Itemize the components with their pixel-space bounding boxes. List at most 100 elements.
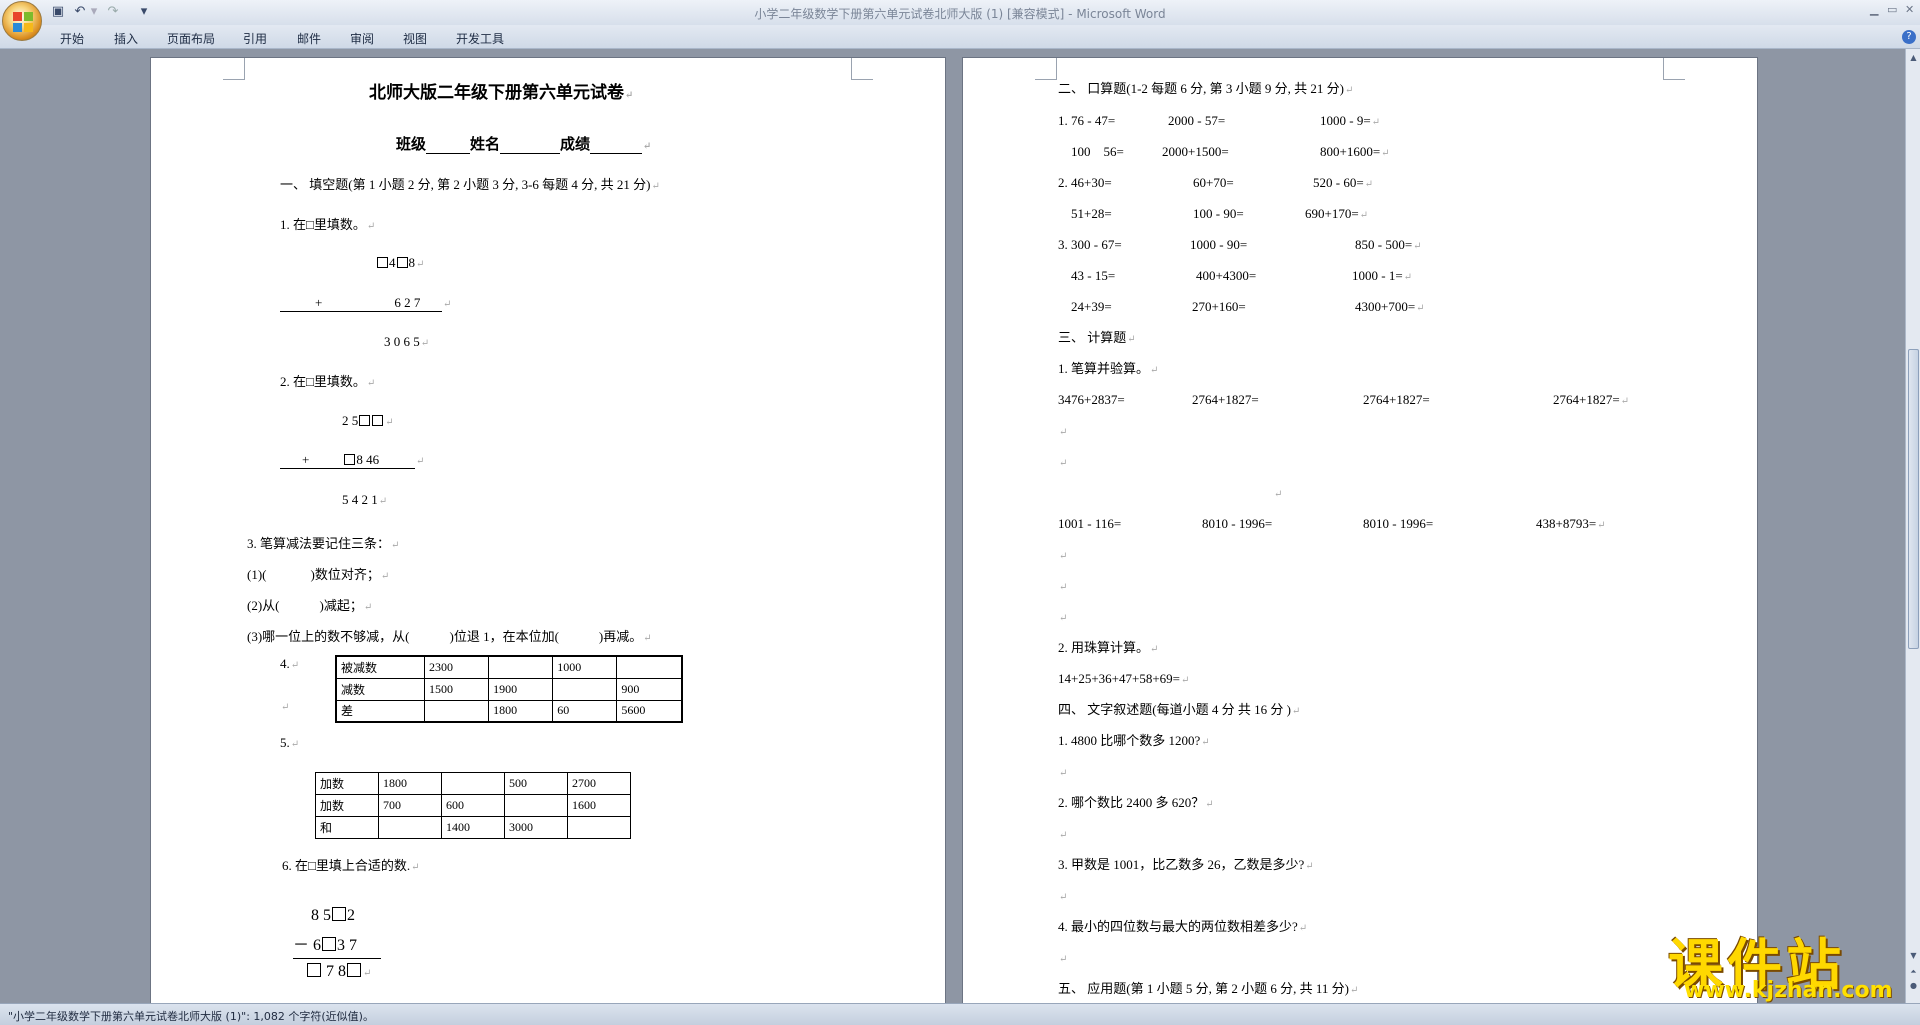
blank-box[interactable] (377, 257, 388, 268)
table-cell[interactable]: 1500 (423, 677, 490, 701)
table-row: 减数 1500 1900 900 (335, 677, 683, 701)
tab-page-layout[interactable]: 页面布局 (167, 30, 215, 47)
tab-developer[interactable]: 开发工具 (456, 30, 504, 47)
blank-box[interactable] (347, 963, 361, 977)
table-cell[interactable]: 2700 (566, 772, 632, 795)
empty-paragraph: ↵ (281, 702, 290, 713)
title-bar: ▣ ↶ ▾ ↷ ▾ 小学二年级数学下册第六单元试卷北师大版 (1) [兼容模式]… (0, 0, 1920, 25)
table-cell[interactable]: 加数 (314, 772, 380, 795)
word-question-4: 4. 最小的四位数与最大的两位数相差多少?↵ (1058, 919, 1308, 934)
section-2-heading: 二、 口算题(1-2 每题 6 分, 第 3 小题 9 分, 共 21 分)↵ (1058, 81, 1354, 96)
table-cell[interactable]: 1800 (378, 772, 442, 795)
table-cell[interactable]: 3000 (503, 816, 568, 839)
close-button[interactable]: ✕ (1905, 3, 1914, 16)
table-cell[interactable] (378, 816, 442, 839)
table-cell[interactable]: 1600 (566, 794, 632, 817)
table-row: 差 1800 60 5600 (335, 699, 683, 723)
mental-math-item: 43 - 15= (1071, 268, 1116, 283)
table-cell[interactable]: 5600 (616, 699, 683, 723)
table-row: 加数 1800 500 2700 (314, 772, 632, 795)
table-cell[interactable] (566, 816, 632, 839)
table-cell[interactable] (423, 699, 490, 723)
q6-operand-2: － 63 7 (293, 937, 358, 954)
table-cell[interactable] (616, 655, 683, 679)
watermark-url: www.kjzhan.com (1684, 978, 1893, 1003)
calc-item: 8010 - 1996= (1202, 516, 1273, 531)
maximize-button[interactable]: ▭ (1887, 3, 1897, 16)
table-cell[interactable]: 差 (335, 699, 425, 723)
question-3-item-1: (1)()数位对齐；↵ (247, 567, 390, 582)
question-3: 3. 笔算减法要记住三条：↵ (247, 536, 400, 551)
q1-result: 3 0 6 5↵ (384, 334, 430, 349)
table-cell[interactable]: 1800 (488, 699, 554, 723)
word-question-3: 3. 甲数是 1001，比乙数多 26，乙数是多少?↵ (1058, 857, 1314, 872)
mental-math-item: 51+28= (1071, 206, 1112, 221)
margin-corner (223, 58, 245, 80)
blank-box[interactable] (332, 907, 346, 921)
tab-review[interactable]: 审阅 (350, 30, 374, 47)
question-3-item-2: (2)从()减起；↵ (247, 598, 373, 613)
scroll-thumb[interactable] (1908, 349, 1919, 649)
mental-math-item: 1000 - 1=↵ (1352, 268, 1413, 283)
vertical-scrollbar[interactable]: ▲ ▼ ⏶ ● (1905, 49, 1920, 1003)
table-cell[interactable]: 500 (503, 772, 568, 795)
tab-insert[interactable]: 插入 (114, 30, 138, 47)
question-6: 6. 在□里填上合适的数.↵ (282, 858, 420, 873)
empty-paragraph: ↵ (1059, 768, 1068, 779)
table-cell[interactable] (503, 794, 568, 817)
empty-paragraph: ↵ (1059, 892, 1068, 903)
tab-references[interactable]: 引用 (243, 30, 267, 47)
table-cell[interactable]: 被减数 (335, 655, 425, 679)
table-cell[interactable]: 700 (378, 794, 442, 817)
tab-home[interactable]: 开始 (60, 30, 84, 47)
table-cell[interactable] (552, 677, 618, 701)
help-icon[interactable]: ? (1902, 30, 1916, 44)
question-4: 4.↵ (280, 656, 300, 671)
table-cell[interactable]: 600 (441, 794, 505, 817)
ribbon-tabs: 开始 插入 页面布局 引用 邮件 审阅 视图 开发工具 (0, 25, 1920, 49)
empty-paragraph: ↵ (1274, 489, 1283, 500)
table-row: 加数 700 600 1600 (314, 794, 632, 817)
scroll-up-icon[interactable]: ▲ (1907, 51, 1920, 64)
table-cell[interactable]: 和 (314, 816, 380, 839)
section-4-heading: 四、 文字叙述题(每道小题 4 分 共 16 分 )↵ (1058, 702, 1301, 717)
blank-box[interactable] (322, 937, 337, 951)
table-cell[interactable]: 60 (552, 699, 618, 723)
document-workspace: 北师大版二年级下册第六单元试卷↵ 班级 姓名 成绩 ↵ 一、 填空题(第 1 小… (0, 49, 1905, 1003)
office-button[interactable] (2, 1, 42, 41)
table-cell[interactable] (441, 772, 505, 795)
minimize-button[interactable]: ▁ (1870, 3, 1878, 16)
mental-math-item: 100 56= (1071, 144, 1124, 159)
table-cell[interactable] (488, 655, 554, 679)
mental-math-item: 4300+700=↵ (1355, 299, 1425, 314)
blank-box[interactable] (396, 257, 408, 268)
status-bar: "小学二年级数学下册第六单元试卷北师大版 (1)": 1,082 个字符(近似值… (0, 1003, 1920, 1025)
student-info-line: 班级 姓名 成绩 ↵ (396, 137, 652, 154)
empty-paragraph: ↵ (1059, 582, 1068, 593)
status-text: "小学二年级数学下册第六单元试卷北师大版 (1)": 1,082 个字符(近似值… (8, 1010, 374, 1023)
q2-operand-2: +8 46 ↵ (280, 452, 424, 470)
tab-view[interactable]: 视图 (403, 30, 427, 47)
page-2: 二、 口算题(1-2 每题 6 分, 第 3 小题 9 分, 共 21 分)↵ … (962, 57, 1758, 1003)
q6-operand-1: 8 52 (311, 907, 355, 924)
empty-paragraph: ↵ (1059, 551, 1068, 562)
mental-math-item: 60+70= (1193, 175, 1234, 190)
table-cell[interactable]: 1000 (552, 655, 618, 679)
question-5: 5.↵ (280, 735, 300, 750)
mental-math-item: 400+4300= (1196, 268, 1257, 283)
table-cell[interactable]: 减数 (335, 677, 425, 701)
mental-math-item: 3. 300 - 67= (1058, 237, 1122, 252)
table-cell[interactable]: 1400 (441, 816, 505, 839)
blank-box[interactable] (359, 415, 371, 426)
calc-item: 8010 - 1996= (1363, 516, 1434, 531)
blank-box[interactable] (372, 415, 384, 426)
mental-math-item: 270+160= (1192, 299, 1246, 314)
table-cell[interactable]: 2300 (423, 655, 490, 679)
table-cell[interactable]: 加数 (314, 794, 380, 817)
table-cell[interactable]: 1900 (488, 677, 554, 701)
tab-mailings[interactable]: 邮件 (297, 30, 321, 47)
blank-box[interactable] (344, 454, 356, 465)
mental-math-item: 850 - 500=↵ (1355, 237, 1422, 252)
blank-box[interactable] (307, 963, 321, 977)
table-cell[interactable]: 900 (616, 677, 683, 701)
